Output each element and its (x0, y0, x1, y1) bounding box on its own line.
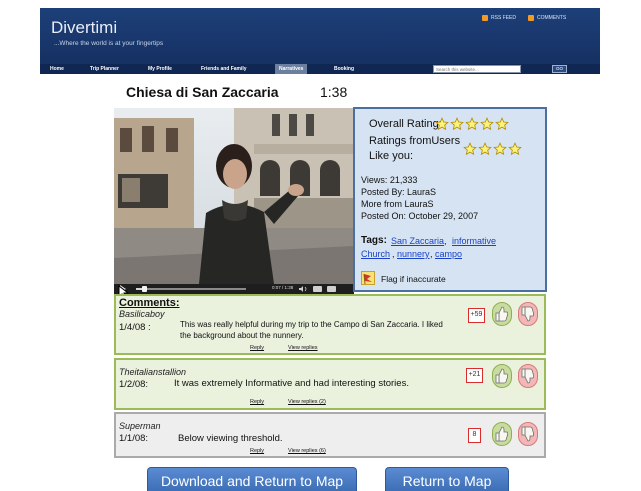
video-duration: 1:38 (320, 84, 348, 100)
thumbs-up-icon[interactable] (492, 302, 512, 326)
thumbs-up-icon[interactable] (492, 364, 512, 388)
comment-author[interactable]: Basilicaboy (119, 309, 165, 319)
tag-separator: , (392, 249, 395, 259)
reply-link[interactable]: Reply (250, 345, 264, 351)
video-player[interactable] (114, 108, 354, 284)
tags-label: Tags: (361, 235, 387, 246)
comment-item: Comments: Basilicaboy 1/4/08 : This was … (114, 294, 546, 355)
nav-my-profile[interactable]: My Profile (144, 64, 176, 74)
comments-feed-link[interactable]: COMMENTS (528, 15, 566, 21)
comment-score: 8 (468, 428, 481, 443)
posted-by: Posted By: LauraS (361, 187, 437, 197)
video-progress-bar[interactable] (136, 286, 246, 292)
star-icon[interactable] (478, 142, 492, 159)
site-tagline: ...Where the world is at your fingertips (54, 40, 164, 47)
rss-feed-label: RSS FEED (491, 15, 517, 21)
rss-feed-icon (482, 15, 488, 21)
view-replies-link[interactable]: View replies (288, 345, 318, 351)
view-replies-link[interactable]: View replies (2) (288, 399, 326, 405)
star-icon[interactable] (450, 117, 464, 134)
comment-date: 1/2/08: (119, 379, 149, 390)
comment-text-line: the background about the nunnery. (180, 331, 304, 340)
flag-inaccurate-link[interactable]: Flag if inaccurate (381, 274, 446, 284)
tag-campo[interactable]: campo (435, 249, 462, 259)
user-rating-label-2: Like you: (369, 150, 414, 162)
thumbs-down-icon[interactable] (518, 422, 538, 446)
user-rating-stars[interactable] (463, 142, 522, 159)
comment-text-line: It was extremely Informative and had int… (174, 378, 409, 389)
overall-rating-label: Overall Rating: (369, 118, 442, 130)
star-icon[interactable] (493, 142, 507, 159)
captions-icon[interactable] (313, 286, 322, 292)
comments-feed-icon (528, 15, 534, 21)
search-go-button[interactable]: GO (552, 65, 567, 73)
tag-informative[interactable]: informative (452, 236, 496, 246)
reply-link[interactable]: Reply (250, 399, 264, 405)
site-header: Divertimi ...Where the world is at your … (40, 8, 600, 74)
flag-icon[interactable] (361, 271, 375, 285)
search-input[interactable] (433, 65, 521, 73)
thumbs-down-icon[interactable] (518, 302, 538, 326)
star-icon[interactable] (495, 117, 509, 134)
comment-text-line: This was really helpful during my trip t… (180, 320, 443, 329)
comment-text-line: Below viewing threshold. (178, 433, 283, 444)
user-rating-label-1: Ratings fromUsers (369, 135, 461, 147)
download-and-return-button[interactable]: Download and Return to Map (147, 467, 357, 491)
star-icon[interactable] (465, 117, 479, 134)
star-icon[interactable] (435, 117, 449, 134)
reply-link[interactable]: Reply (250, 448, 264, 454)
comment-item: Theitalianstallion 1/2/08: It was extrem… (114, 358, 546, 410)
star-icon[interactable] (480, 117, 494, 134)
thumbs-down-icon[interactable] (518, 364, 538, 388)
nav-trip-planner[interactable]: Trip Planner (86, 64, 123, 74)
star-icon[interactable] (463, 142, 477, 159)
comments-feed-label: COMMENTS (537, 15, 567, 21)
volume-icon[interactable] (299, 286, 308, 292)
comment-score: +21 (466, 368, 483, 383)
tag-church[interactable]: Church (361, 249, 390, 259)
video-controls: 0:07 / 1:38 (114, 284, 354, 294)
main-nav: Home Trip Planner My Profile Friends and… (40, 64, 600, 74)
video-scrub-handle[interactable] (141, 286, 147, 292)
comment-author[interactable]: Superman (119, 421, 161, 431)
site-logo[interactable]: Divertimi (51, 18, 117, 38)
tag-nunnery[interactable]: nunnery (397, 249, 430, 259)
tag-separator: , (430, 249, 433, 259)
posted-on: Posted On: October 29, 2007 (361, 211, 479, 221)
nav-booking[interactable]: Booking (330, 64, 358, 74)
comment-score: +59 (468, 308, 485, 323)
views-count: Views: 21,333 (361, 175, 418, 185)
view-replies-link[interactable]: View replies (6) (288, 448, 326, 454)
thumbs-up-icon[interactable] (492, 422, 512, 446)
comment-date: 1/4/08 : (119, 322, 151, 333)
star-icon[interactable] (508, 142, 522, 159)
nav-home[interactable]: Home (46, 64, 68, 74)
comment-item: Superman 1/1/08: Below viewing threshold… (114, 412, 546, 458)
comment-author[interactable]: Theitalianstallion (119, 367, 186, 377)
video-frame-image (114, 108, 354, 284)
more-from-author-link[interactable]: More from LauraS (361, 199, 434, 209)
nav-narratives[interactable]: Narratives (275, 64, 308, 74)
video-title: Chiesa di San Zaccaria (126, 84, 279, 100)
comment-date: 1/1/08: (119, 433, 149, 444)
comments-heading: Comments: (119, 297, 180, 309)
tag-separator: , (444, 236, 447, 246)
fullscreen-icon[interactable] (327, 286, 336, 292)
return-to-map-button[interactable]: Return to Map (385, 467, 509, 491)
narrative-info-panel: Overall Rating: Ratings fromUsers Like y… (353, 107, 547, 292)
video-time-code: 0:07 / 1:38 (272, 285, 294, 290)
rss-feed-link[interactable]: RSS FEED (482, 15, 516, 21)
nav-friends-and-family[interactable]: Friends and Family (197, 64, 251, 74)
tag-san-zaccaria[interactable]: San Zaccaria (391, 236, 444, 246)
overall-rating-stars[interactable] (435, 117, 509, 134)
